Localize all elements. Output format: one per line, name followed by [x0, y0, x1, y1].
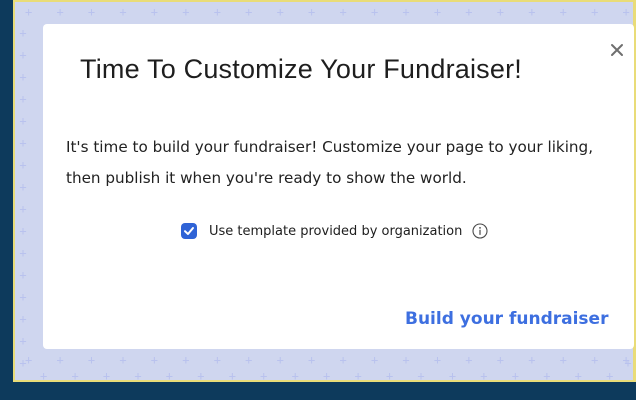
dialog-description: It's time to build your fundraiser! Cust… — [66, 138, 594, 187]
pattern-col-left: + + + + + + + + + + + + + + + + — [19, 26, 27, 370]
close-icon — [611, 44, 623, 56]
pattern-row-bottom-2: + + + + + + + + + + + + + + + + + + + + … — [40, 370, 636, 382]
template-option[interactable]: Use template provided by organization — [181, 221, 488, 241]
close-button[interactable] — [609, 42, 625, 58]
template-checkbox-label: Use template provided by organization — [209, 223, 463, 239]
build-fundraiser-button[interactable]: Build your fundraiser — [405, 309, 608, 329]
customize-dialog: Time To Customize Your Fundraiser! It's … — [43, 24, 634, 349]
template-checkbox[interactable] — [181, 223, 197, 239]
dialog-title: Time To Customize Your Fundraiser! — [80, 54, 522, 84]
pattern-row-bottom: + + + + + + + + + + + + + + + + + + + + … — [25, 354, 636, 366]
left-dark-strip — [0, 0, 13, 382]
info-icon[interactable] — [472, 223, 488, 239]
pattern-row-top: + + + + + + + + + + + + + + + + + + + + … — [25, 6, 636, 18]
check-icon — [184, 227, 194, 235]
modal-backdrop: + + + + + + + + + + + + + + + + + + + + … — [13, 0, 636, 382]
